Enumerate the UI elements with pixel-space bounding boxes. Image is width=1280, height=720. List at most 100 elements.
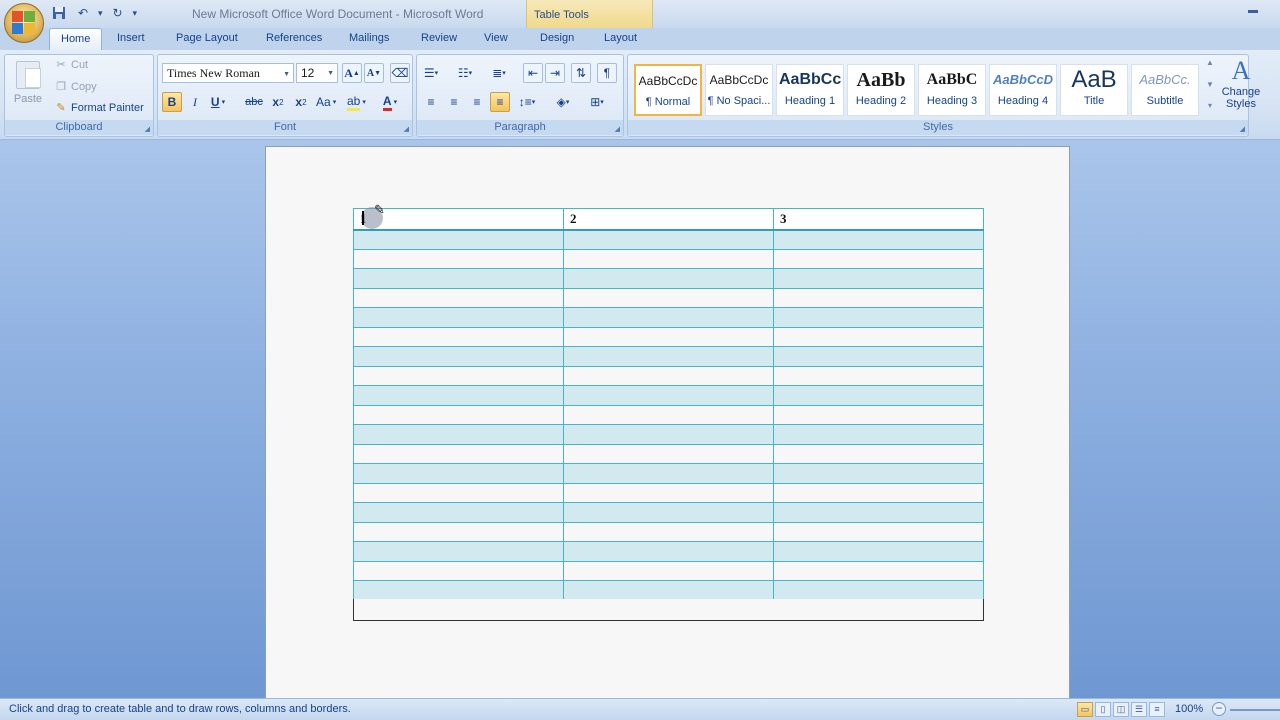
styles-launcher-icon[interactable]: ◢ xyxy=(1240,125,1245,133)
zoom-level[interactable]: 100% xyxy=(1175,703,1203,715)
table-cell[interactable] xyxy=(773,580,984,601)
table-cell[interactable] xyxy=(773,229,984,250)
bold-button[interactable]: B xyxy=(162,92,182,112)
table-row[interactable] xyxy=(353,502,984,523)
document-table[interactable]: 1 2 3 xyxy=(353,208,984,601)
table-cell[interactable] xyxy=(353,287,564,308)
paragraph-launcher-icon[interactable]: ◢ xyxy=(615,125,620,133)
justify-icon[interactable]: ≡ xyxy=(490,92,510,112)
more-icon[interactable]: ▾ xyxy=(1208,101,1212,110)
table-cell[interactable] xyxy=(353,248,564,269)
table-cell[interactable] xyxy=(773,385,984,406)
draft-icon[interactable]: ≡ xyxy=(1149,702,1165,717)
cut-button[interactable]: ✂ Cut xyxy=(55,59,88,71)
table-cell[interactable] xyxy=(353,482,564,503)
shading-icon[interactable]: ◈ ▾ xyxy=(553,92,573,112)
table-header-row[interactable]: 1 2 3 xyxy=(353,208,984,231)
table-cell[interactable] xyxy=(773,248,984,269)
align-center-icon[interactable]: ≡ xyxy=(444,92,464,112)
tab-design[interactable]: Design xyxy=(540,32,574,44)
table-cell[interactable] xyxy=(353,424,564,445)
superscript-button[interactable]: x2 xyxy=(291,92,311,112)
table-cell[interactable] xyxy=(773,482,984,503)
table-cell[interactable] xyxy=(353,346,564,367)
table-cell[interactable] xyxy=(563,248,774,269)
table-cell[interactable] xyxy=(563,385,774,406)
style-no-spacing[interactable]: AaBbCcDc ¶ No Spaci... xyxy=(705,64,773,116)
table-cell[interactable] xyxy=(773,326,984,347)
table-cell[interactable] xyxy=(353,307,564,328)
table-row[interactable] xyxy=(353,580,984,601)
format-painter-button[interactable]: ✎ Format Painter xyxy=(55,102,143,114)
web-layout-icon[interactable]: ◫ xyxy=(1113,702,1129,717)
clipboard-launcher-icon[interactable]: ◢ xyxy=(145,125,150,133)
tab-mailings[interactable]: Mailings xyxy=(349,32,389,44)
table-row[interactable] xyxy=(353,385,984,406)
table-cell[interactable]: 3 xyxy=(773,208,984,231)
table-row[interactable] xyxy=(353,287,984,308)
table-row[interactable] xyxy=(353,326,984,347)
table-extra-row[interactable] xyxy=(353,599,984,621)
minimize-icon[interactable] xyxy=(1248,10,1258,13)
subscript-button[interactable]: x2 xyxy=(268,92,288,112)
line-spacing-icon[interactable]: ↕≡ ▾ xyxy=(517,92,537,112)
sort-icon[interactable]: ⇅ xyxy=(571,63,591,83)
table-cell[interactable] xyxy=(563,482,774,503)
table-row[interactable] xyxy=(353,404,984,425)
table-cell[interactable] xyxy=(353,365,564,386)
table-cell[interactable] xyxy=(773,463,984,484)
table-cell[interactable] xyxy=(773,541,984,562)
table-cell[interactable] xyxy=(353,502,564,523)
show-formatting-icon[interactable]: ¶ xyxy=(597,63,617,83)
tab-references[interactable]: References xyxy=(266,32,322,44)
table-cell[interactable] xyxy=(563,463,774,484)
italic-button[interactable]: I xyxy=(185,92,205,112)
table-row[interactable] xyxy=(353,268,984,289)
table-cell[interactable] xyxy=(563,346,774,367)
table-cell[interactable] xyxy=(773,287,984,308)
print-layout-icon[interactable]: ▭ xyxy=(1077,702,1093,717)
table-row[interactable] xyxy=(353,248,984,269)
change-styles-button[interactable]: A Change Styles xyxy=(1219,56,1263,118)
table-cell[interactable] xyxy=(353,463,564,484)
styles-gallery-scroll[interactable]: ▲ ▼ ▾ xyxy=(1203,58,1217,110)
table-cell[interactable] xyxy=(773,424,984,445)
table-row[interactable] xyxy=(353,307,984,328)
table-cell[interactable] xyxy=(353,229,564,250)
full-screen-reading-icon[interactable]: ▯ xyxy=(1095,702,1111,717)
tab-page-layout[interactable]: Page Layout xyxy=(176,32,238,44)
tab-view[interactable]: View xyxy=(484,32,508,44)
table-row[interactable] xyxy=(353,541,984,562)
table-cell[interactable] xyxy=(773,268,984,289)
table-cell[interactable] xyxy=(563,268,774,289)
table-cell[interactable] xyxy=(563,560,774,581)
grow-font-button[interactable]: A ▲ xyxy=(342,63,362,83)
undo-dropdown-icon[interactable]: ▾ xyxy=(98,8,103,19)
font-color-icon[interactable]: A ▾ xyxy=(380,92,400,112)
font-launcher-icon[interactable]: ◢ xyxy=(404,125,409,133)
tab-layout[interactable]: Layout xyxy=(604,32,637,44)
table-cell[interactable] xyxy=(773,346,984,367)
table-cell[interactable] xyxy=(773,502,984,523)
table-row[interactable] xyxy=(353,365,984,386)
style-heading-3[interactable]: AaBbC Heading 3 xyxy=(918,64,986,116)
table-row[interactable] xyxy=(353,346,984,367)
table-cell[interactable] xyxy=(353,385,564,406)
table-cell[interactable] xyxy=(353,443,564,464)
outline-icon[interactable]: ☰ xyxy=(1131,702,1147,717)
style-title[interactable]: AaB Title xyxy=(1060,64,1128,116)
table-cell[interactable] xyxy=(563,287,774,308)
table-cell[interactable] xyxy=(353,521,564,542)
decrease-indent-icon[interactable]: ⇤ xyxy=(523,63,543,83)
table-cell[interactable] xyxy=(353,541,564,562)
shrink-font-button[interactable]: A ▼ xyxy=(364,63,384,83)
borders-icon[interactable]: ⊞ ▾ xyxy=(587,92,607,112)
office-button[interactable] xyxy=(4,3,44,43)
table-cell[interactable] xyxy=(563,229,774,250)
table-cell[interactable] xyxy=(773,560,984,581)
table-row[interactable] xyxy=(353,424,984,445)
table-cell[interactable] xyxy=(353,404,564,425)
style-heading-2[interactable]: AaBb Heading 2 xyxy=(847,64,915,116)
table-cell[interactable] xyxy=(773,443,984,464)
table-cell[interactable]: 2 xyxy=(563,208,774,231)
